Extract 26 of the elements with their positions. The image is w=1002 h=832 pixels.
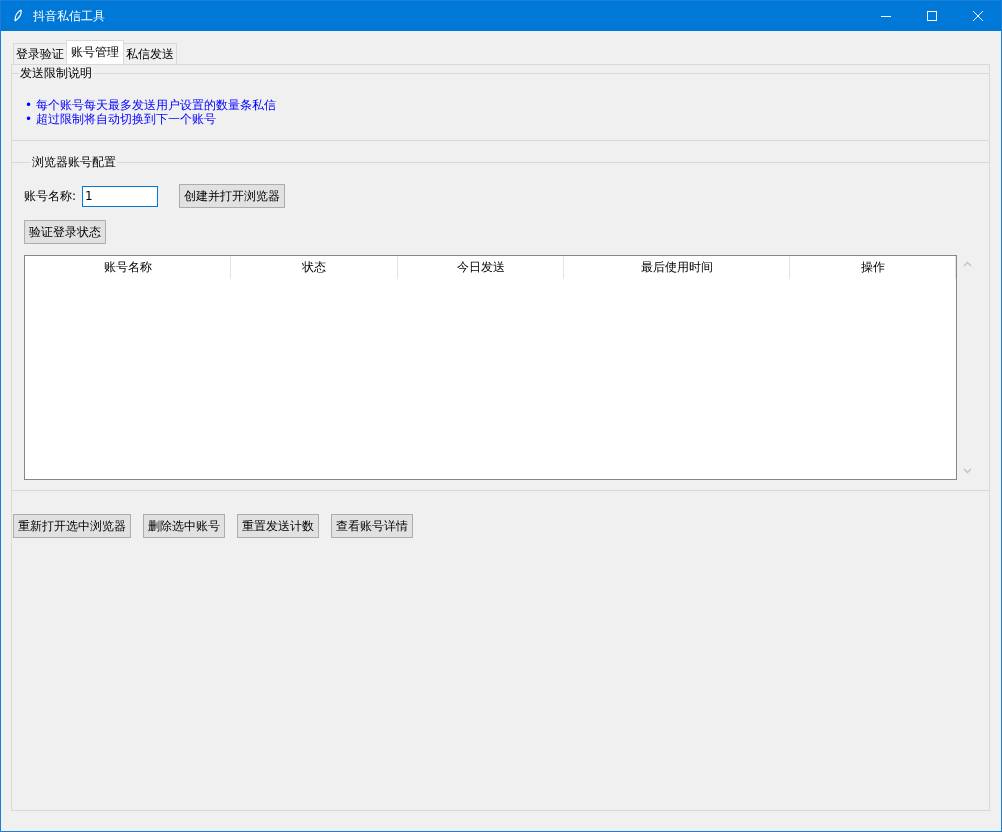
feather-icon bbox=[13, 9, 23, 23]
action-button[interactable]: 查看账号详情 bbox=[331, 514, 413, 538]
group-title: 发送限制说明 bbox=[19, 65, 93, 82]
column-header[interactable]: 账号名称 bbox=[25, 256, 231, 279]
tab[interactable]: 私信发送 bbox=[123, 43, 177, 64]
action-button[interactable]: 删除选中账号 bbox=[143, 514, 225, 538]
tab[interactable]: 账号管理 bbox=[66, 40, 124, 64]
column-header[interactable]: 最后使用时间 bbox=[564, 256, 790, 279]
action-button[interactable]: 重置发送计数 bbox=[237, 514, 319, 538]
info-text: • 每个账号每天最多发送用户设置的数量条私信 bbox=[25, 98, 277, 112]
info-text: • 超过限制将自动切换到下一个账号 bbox=[25, 112, 217, 126]
verify-login-button[interactable]: 验证登录状态 bbox=[24, 220, 106, 244]
group-title: 浏览器账号配置 bbox=[31, 154, 117, 171]
tab[interactable]: 登录验证 bbox=[13, 43, 67, 64]
action-button[interactable]: 重新打开选中浏览器 bbox=[13, 514, 131, 538]
scroll-up-icon[interactable] bbox=[962, 261, 972, 267]
account-name-field[interactable]: 1 bbox=[82, 185, 159, 207]
close-icon bbox=[973, 11, 983, 21]
column-header[interactable]: 今日发送 bbox=[398, 256, 564, 279]
column-header[interactable]: 操作 bbox=[790, 256, 956, 279]
column-header[interactable]: 状态 bbox=[231, 256, 398, 279]
create-browser-button[interactable]: 创建并打开浏览器 bbox=[179, 184, 286, 208]
field-label: 账号名称: bbox=[24, 187, 77, 205]
scroll-down-icon[interactable] bbox=[962, 468, 972, 474]
maximize-icon bbox=[927, 11, 937, 21]
window-title: 抖音私信工具 bbox=[33, 7, 105, 25]
